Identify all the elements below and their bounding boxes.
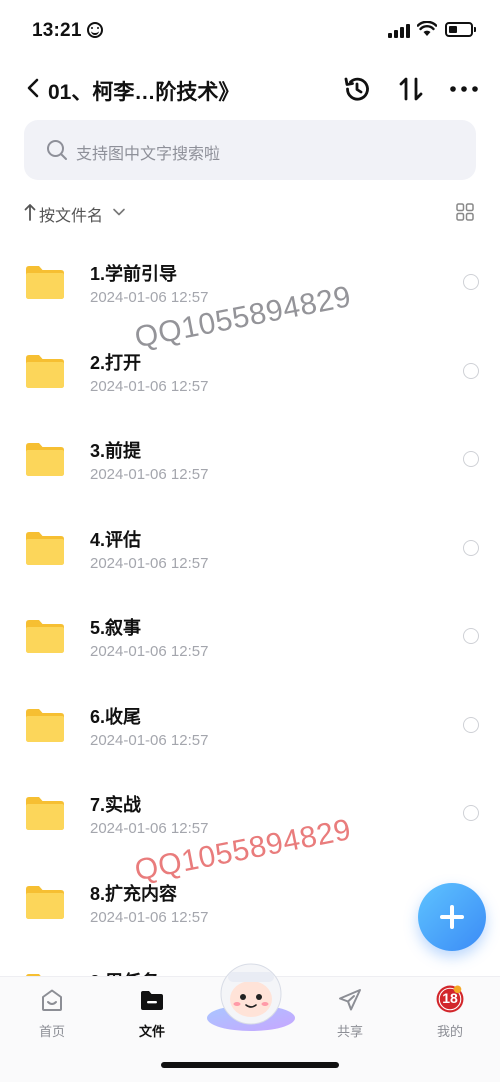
arrow-up-icon[interactable]	[24, 203, 36, 221]
more-options-icon[interactable]	[448, 74, 480, 104]
battery-icon	[445, 22, 476, 37]
home-icon	[42, 989, 62, 1011]
folder-icon	[141, 991, 163, 1010]
file-name: 5.叙事	[90, 618, 142, 638]
tab-home[interactable]: 首页	[12, 977, 92, 1057]
search-placeholder: 支持图中文字搜索啦	[76, 146, 221, 163]
sort-bar: 按文件名	[24, 200, 476, 226]
status-bar: 13:21	[0, 0, 500, 62]
folder-icon	[26, 354, 64, 388]
file-name: 1.学前引导	[90, 264, 178, 284]
grid-view-icon[interactable]	[456, 203, 474, 221]
sort-order-icon[interactable]	[396, 74, 426, 104]
select-checkbox[interactable]	[463, 628, 479, 644]
file-row[interactable]: 1.学前引导 2024-01-06 12:57	[0, 238, 500, 327]
file-date: 2024-01-06 12:57	[90, 820, 209, 837]
folder-icon	[26, 443, 64, 476]
file-date: 2024-01-06 12:57	[90, 289, 209, 306]
file-date: 2024-01-06 12:57	[90, 377, 209, 395]
file-row[interactable]: 4.评估 2024-01-06 12:57	[0, 504, 500, 593]
cellular-signal-icon	[388, 22, 410, 38]
tab-files[interactable]: 文件	[112, 977, 192, 1057]
folder-icon	[26, 797, 64, 830]
status-time: 13:21	[32, 20, 82, 41]
page-title: 01、柯李…阶技术》	[48, 81, 240, 104]
file-row[interactable]: 3.前提 2024-01-06 12:57	[0, 415, 500, 504]
home-indicator	[161, 1062, 339, 1068]
chevron-down-icon[interactable]	[112, 206, 126, 218]
select-checkbox[interactable]	[463, 362, 479, 379]
nav-bar: 01、柯李…阶技术》	[0, 62, 500, 116]
select-checkbox[interactable]	[463, 539, 479, 556]
tab-label: 首页	[38, 1024, 65, 1039]
sort-by-name-button[interactable]: 按文件名	[39, 202, 103, 226]
wifi-icon	[417, 21, 437, 36]
select-checkbox[interactable]	[463, 451, 479, 467]
file-name: 4.评估	[90, 529, 142, 550]
file-date: 2024-01-06 12:57	[90, 643, 209, 660]
profile-badge: 18	[442, 990, 458, 1006]
select-checkbox[interactable]	[463, 805, 479, 821]
select-checkbox[interactable]	[463, 274, 479, 290]
file-row[interactable]: 7.实战 2024-01-06 12:57	[0, 769, 500, 858]
add-button[interactable]	[418, 883, 486, 951]
tab-mine[interactable]: 18 我的	[410, 977, 490, 1057]
file-date: 2024-01-06 12:57	[90, 731, 209, 749]
file-row[interactable]: 5.叙事 2024-01-06 12:57	[0, 592, 500, 681]
file-name: 8.扩充内容	[90, 883, 178, 904]
folder-icon	[26, 708, 64, 742]
file-name: 2.打开	[90, 352, 142, 373]
tab-share[interactable]: 共享	[310, 977, 390, 1057]
search-input[interactable]: 支持图中文字搜索啦	[24, 120, 476, 180]
back-chevron-icon[interactable]	[26, 78, 40, 98]
tab-label: 文件	[138, 1024, 165, 1039]
folder-icon	[26, 531, 64, 565]
file-row[interactable]: 2.打开 2024-01-06 12:57	[0, 327, 500, 416]
tab-label: 共享	[336, 1024, 363, 1039]
folder-icon	[26, 620, 64, 653]
file-name: 3.前提	[90, 441, 142, 461]
send-icon	[339, 989, 361, 1011]
folder-icon	[26, 266, 64, 299]
file-list: 1.学前引导 2024-01-06 12:57 2.打开 2024-01-06 12:…	[0, 238, 500, 976]
file-name: 9.周任务	[90, 968, 159, 976]
file-date: 2024-01-06 12:57	[90, 466, 209, 483]
history-icon[interactable]	[342, 74, 372, 104]
assistant-mascot-icon[interactable]	[204, 956, 298, 1032]
file-date: 2024-01-06 12:57	[90, 908, 209, 926]
folder-icon	[26, 885, 64, 919]
file-row[interactable]: 6.收尾 2024-01-06 12:57	[0, 681, 500, 770]
file-name: 7.实战	[90, 795, 142, 815]
tab-label: 我的	[436, 1024, 463, 1039]
search-icon	[47, 140, 67, 160]
select-checkbox[interactable]	[463, 716, 479, 733]
file-date: 2024-01-06 12:57	[90, 554, 209, 572]
smiley-icon	[87, 22, 103, 38]
file-name: 6.收尾	[90, 706, 142, 727]
